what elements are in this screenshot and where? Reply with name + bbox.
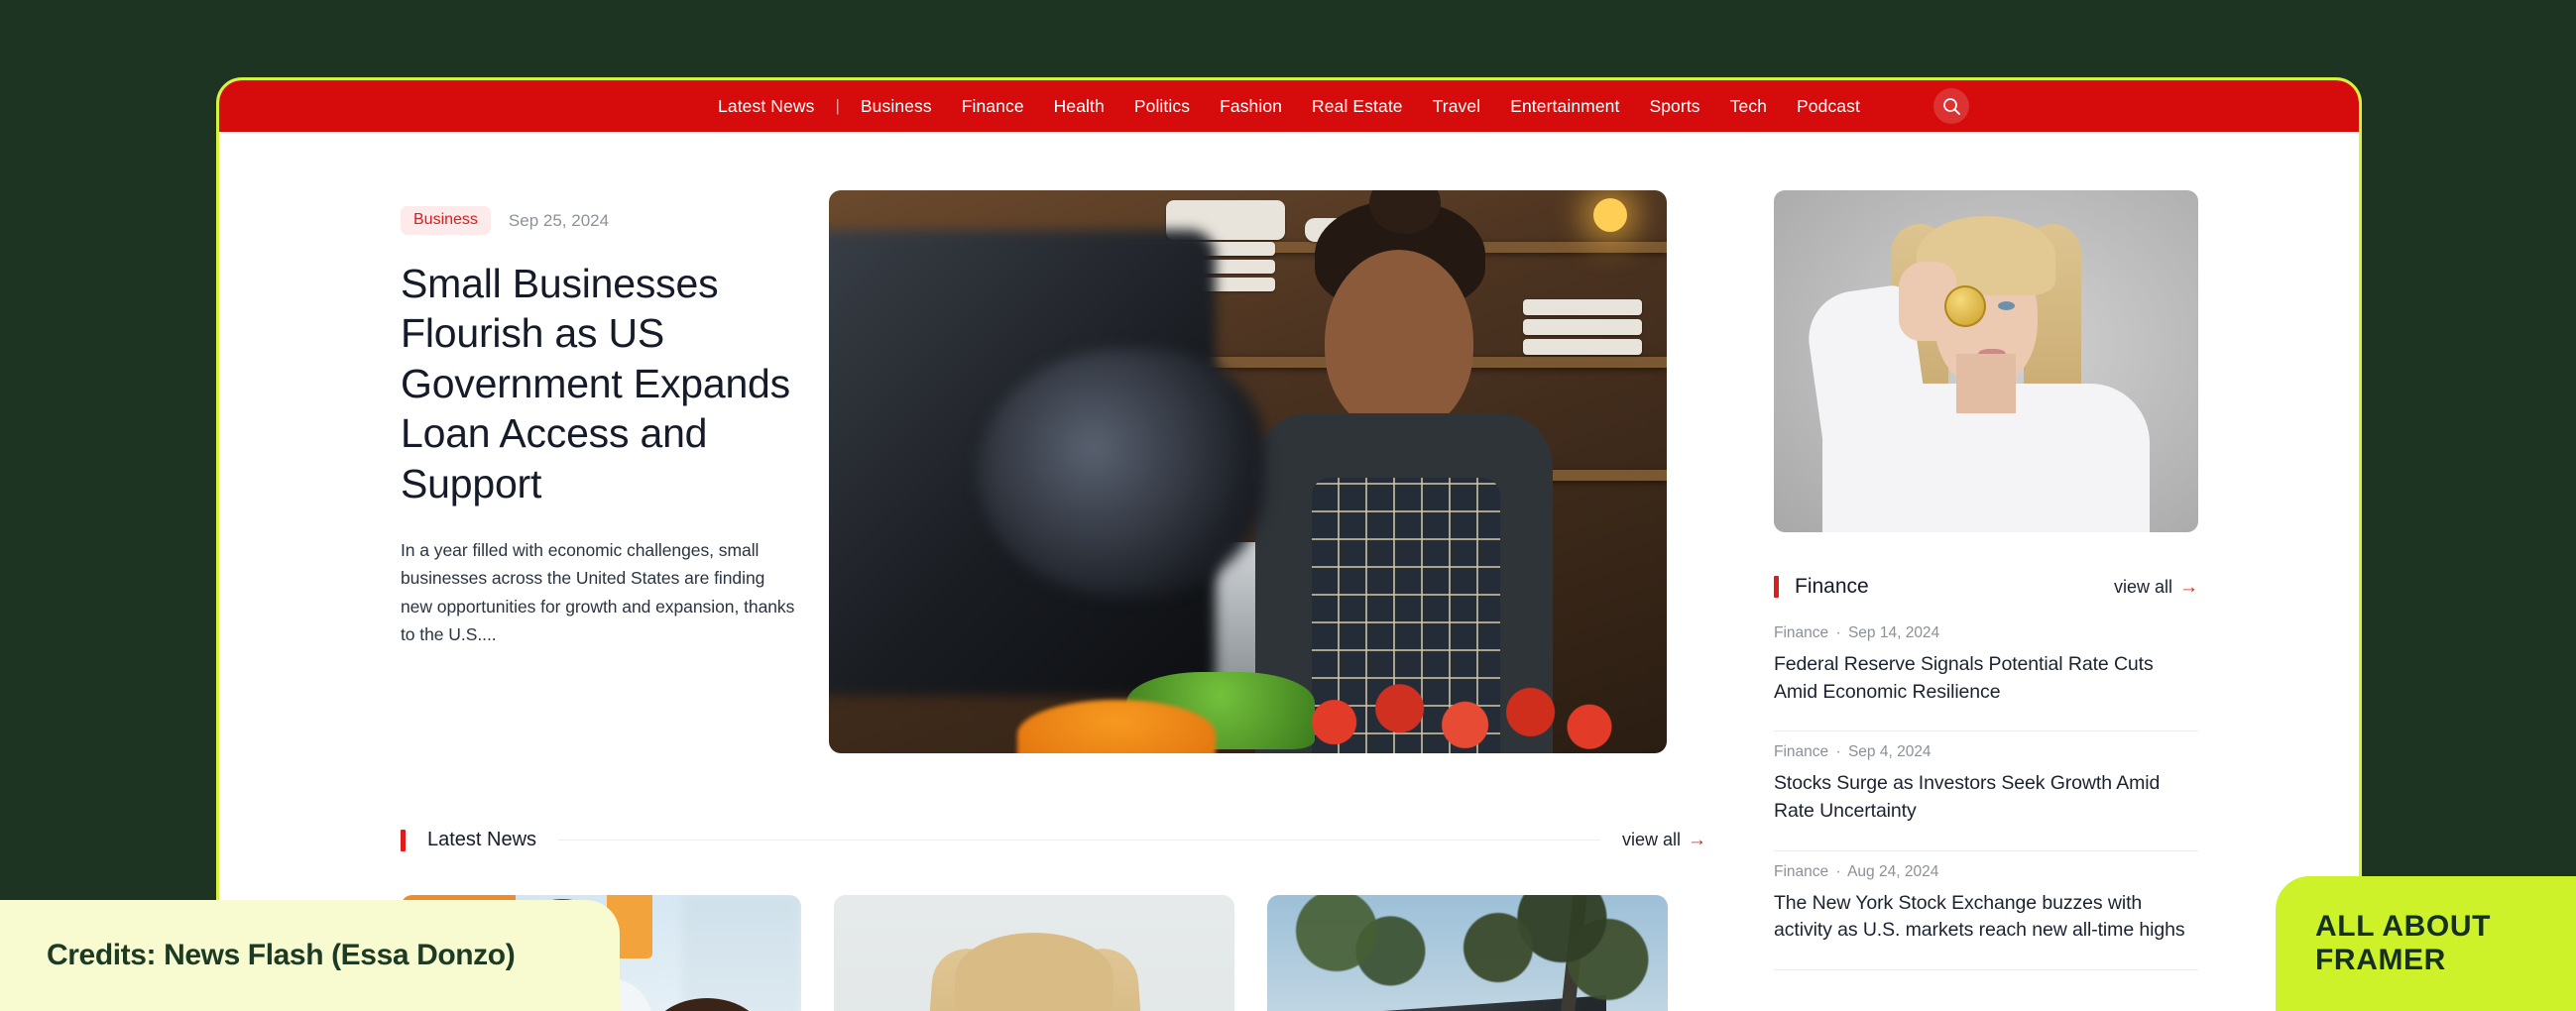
latest-news-title: Latest News — [427, 829, 537, 850]
hero-article[interactable]: Business Sep 25, 2024 Small Businesses F… — [401, 190, 1706, 753]
sidebar-image-art — [1774, 190, 2198, 532]
finance-section-title: Finance — [1795, 575, 1869, 598]
news-thumb-art-house — [1267, 895, 1668, 1011]
finance-section-header: Finance view all → — [1774, 575, 2198, 599]
article-date: Aug 24, 2024 — [1847, 862, 1939, 880]
main-column: Business Sep 25, 2024 Small Businesses F… — [219, 190, 1706, 1011]
list-item[interactable]: Finance · Sep 4, 2024 Stocks Surge as In… — [1774, 731, 2198, 851]
news-card-thumbnail[interactable] — [1267, 895, 1668, 1011]
section-accent-bar — [1774, 576, 1779, 598]
hero-description: In a year filled with economic challenge… — [401, 540, 795, 645]
arrow-right-icon: → — [2179, 576, 2198, 598]
article-meta: Finance · Aug 24, 2024 — [1774, 863, 2198, 881]
article-title[interactable]: The New York Stock Exchange buzzes with … — [1774, 890, 2198, 945]
article-date: Sep 4, 2024 — [1847, 743, 1932, 761]
search-button[interactable] — [1933, 88, 1969, 124]
nav-item-health[interactable]: Health — [1039, 96, 1119, 117]
content-wrapper: Business Sep 25, 2024 Small Businesses F… — [219, 132, 2359, 1011]
article-date: Sep 14, 2024 — [1847, 624, 1940, 641]
article-category: Finance — [1774, 743, 1829, 761]
hero-image-art — [829, 190, 1667, 753]
search-icon — [1942, 97, 1960, 115]
top-navigation-bar: Latest News | Business Finance Health Po… — [219, 80, 2359, 132]
nav-item-travel[interactable]: Travel — [1418, 96, 1496, 117]
article-title[interactable]: Federal Reserve Signals Potential Rate C… — [1774, 651, 2198, 706]
latest-news-view-all-link[interactable]: view all → — [1622, 830, 1706, 850]
arrow-right-icon: → — [1688, 830, 1706, 850]
nav-item-tech[interactable]: Tech — [1715, 96, 1782, 117]
framer-badge-line-2: FRAMER — [2315, 944, 2446, 976]
list-item[interactable]: Finance · Aug 24, 2024 The New York Stoc… — [1774, 851, 2198, 971]
meta-separator: · — [1835, 743, 1841, 761]
nav-separator: | — [835, 96, 840, 115]
view-all-label: view all — [1621, 830, 1681, 849]
hero-image[interactable] — [829, 190, 1667, 753]
nav-item-latest-news[interactable]: Latest News — [703, 96, 829, 117]
page-body: Business Sep 25, 2024 Small Businesses F… — [219, 132, 2359, 1011]
framer-badge-line-1: ALL ABOUT — [2315, 910, 2492, 944]
view-all-label: view all — [2113, 576, 2172, 597]
finance-article-list: Finance · Sep 14, 2024 Federal Reserve S… — [1774, 624, 2198, 971]
nav-item-business[interactable]: Business — [846, 96, 947, 117]
news-thumb-art-portrait — [834, 895, 1234, 1011]
article-category: Finance — [1774, 624, 1829, 641]
meta-separator: · — [1835, 862, 1841, 880]
credits-badge: Credits: News Flash (Essa Donzo) — [0, 900, 620, 1011]
news-card[interactable] — [834, 895, 1234, 1011]
hero-date: Sep 25, 2024 — [508, 210, 610, 230]
article-category: Finance — [1774, 862, 1829, 880]
nav-item-sports[interactable]: Sports — [1634, 96, 1714, 117]
article-meta: Finance · Sep 4, 2024 — [1774, 743, 2198, 761]
sidebar-feature-image[interactable] — [1774, 190, 2198, 532]
hero-text-block: Business Sep 25, 2024 Small Businesses F… — [401, 190, 801, 753]
list-item[interactable]: Finance · Sep 14, 2024 Federal Reserve S… — [1774, 624, 2198, 732]
site-frame: Latest News | Business Finance Health Po… — [216, 77, 2362, 1011]
section-accent-bar — [401, 829, 406, 851]
stage-background: Latest News | Business Finance Health Po… — [0, 0, 2576, 1011]
nav-item-fashion[interactable]: Fashion — [1205, 96, 1297, 117]
nav-list: Latest News | Business Finance Health Po… — [703, 96, 1875, 117]
news-card[interactable] — [1267, 895, 1668, 1011]
article-title[interactable]: Stocks Surge as Investors Seek Growth Am… — [1774, 770, 2198, 825]
article-meta: Finance · Sep 14, 2024 — [1774, 624, 2198, 642]
finance-sidebar: Finance view all → Finance · Sep 14, 202… — [1774, 190, 2198, 1011]
hero-headline[interactable]: Small Businesses Flourish as US Governme… — [401, 259, 801, 508]
nav-item-real-estate[interactable]: Real Estate — [1297, 96, 1418, 117]
all-about-framer-badge[interactable]: ALL ABOUT FRAMER — [2276, 876, 2576, 1011]
news-card-thumbnail[interactable] — [834, 895, 1234, 1011]
section-divider — [558, 840, 1600, 841]
latest-news-section-header: Latest News view all → — [401, 829, 1706, 851]
hero-category-badge[interactable]: Business — [401, 206, 491, 235]
hero-meta-row: Business Sep 25, 2024 — [401, 206, 801, 235]
nav-item-politics[interactable]: Politics — [1119, 96, 1205, 117]
nav-item-podcast[interactable]: Podcast — [1782, 96, 1875, 117]
meta-separator: · — [1835, 624, 1841, 641]
credits-text: Credits: News Flash (Essa Donzo) — [47, 939, 516, 971]
finance-view-all-link[interactable]: view all → — [2114, 577, 2198, 598]
nav-item-finance[interactable]: Finance — [947, 96, 1039, 117]
nav-item-entertainment[interactable]: Entertainment — [1495, 96, 1634, 117]
